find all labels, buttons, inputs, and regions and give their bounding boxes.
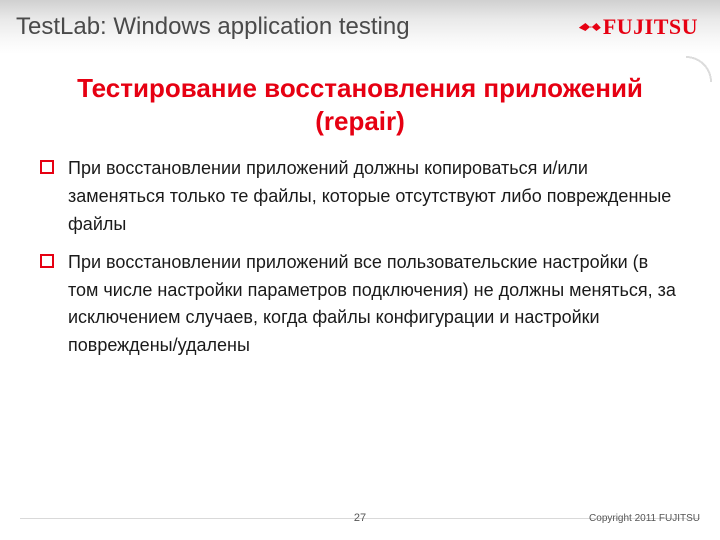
brand-logo: FUJITSU <box>579 14 698 40</box>
bullet-list: При восстановлении приложений должны коп… <box>40 155 680 360</box>
bullet-text: При восстановлении приложений должны коп… <box>68 155 680 239</box>
slide: TestLab: Windows application testing FUJ… <box>0 0 720 540</box>
content-title: Тестирование восстановления приложений (… <box>40 72 680 137</box>
fujitsu-infinity-icon <box>579 20 601 34</box>
bullet-icon <box>40 160 54 174</box>
brand-name: FUJITSU <box>603 14 698 40</box>
list-item: При восстановлении приложений должны коп… <box>40 155 680 239</box>
slide-header: TestLab: Windows application testing FUJ… <box>0 0 720 54</box>
slide-content: Тестирование восстановления приложений (… <box>0 54 720 360</box>
list-item: При восстановлении приложений все пользо… <box>40 249 680 361</box>
page-number: 27 <box>354 512 366 524</box>
bullet-icon <box>40 254 54 268</box>
fujitsu-logo: FUJITSU <box>579 14 698 40</box>
corner-decoration <box>686 48 720 82</box>
copyright-text: Copyright 2011 FUJITSU <box>589 513 700 524</box>
bullet-text: При восстановлении приложений все пользо… <box>68 249 680 361</box>
header-title: TestLab: Windows application testing <box>16 13 410 41</box>
